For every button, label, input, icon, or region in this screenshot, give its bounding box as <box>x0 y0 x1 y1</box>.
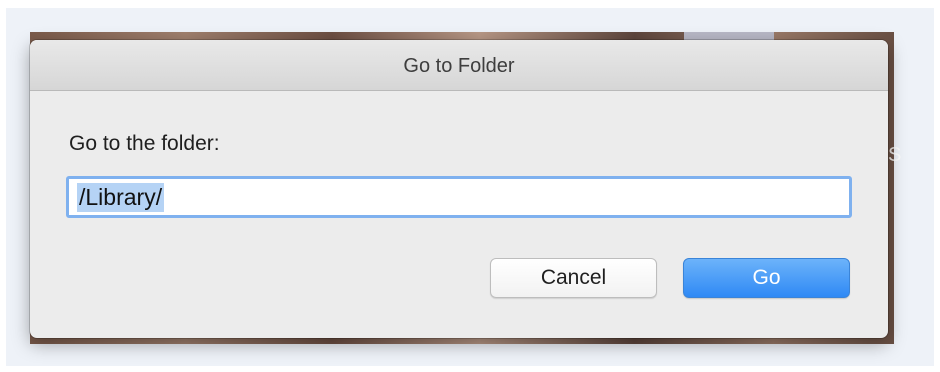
go-to-folder-dialog: Go to Folder Go to the folder: /Library/… <box>30 40 888 338</box>
background-window-text: S <box>888 144 902 166</box>
cancel-button[interactable]: Cancel <box>490 258 657 298</box>
go-button[interactable]: Go <box>683 258 850 298</box>
folder-prompt-label: Go to the folder: <box>69 132 220 155</box>
dialog-title: Go to Folder <box>403 54 515 77</box>
folder-path-value[interactable]: /Library/ <box>77 182 165 212</box>
folder-path-input[interactable]: /Library/ <box>66 176 852 218</box>
dialog-titlebar[interactable]: Go to Folder <box>30 40 888 91</box>
